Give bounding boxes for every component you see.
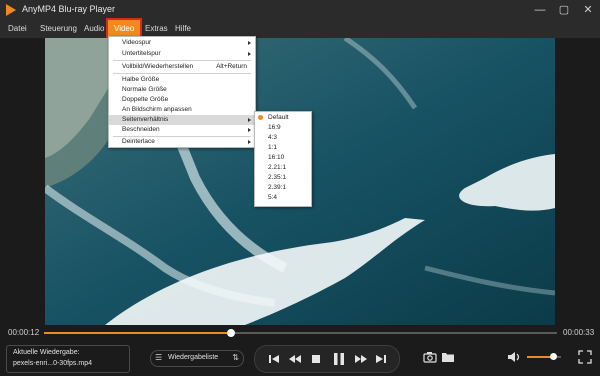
previous-track-icon[interactable] (267, 352, 281, 366)
menu-item-normale-groesse[interactable]: Normale Größe (109, 85, 255, 95)
submenu-arrow-icon (248, 140, 251, 144)
volume-icon[interactable] (507, 351, 521, 363)
current-time: 00:00:12 (8, 328, 40, 337)
folder-icon[interactable] (441, 351, 455, 363)
menu-datei[interactable]: Datei (8, 20, 27, 38)
total-time: 00:00:33 (563, 328, 595, 337)
aspect-option-4-3[interactable]: 4:3 (255, 133, 311, 143)
volume-slider[interactable] (527, 353, 561, 360)
menu-item-halbe-groesse[interactable]: Halbe Größe (109, 75, 255, 85)
submenu-arrow-icon (248, 52, 251, 56)
window-controls: — ▢ ✕ (532, 2, 596, 18)
playlist-button[interactable]: ☰ Wiedergabeliste ⇅ (150, 350, 244, 367)
volume-fill (527, 356, 553, 358)
menu-item-an-bildschirm-anpassen[interactable]: An Bildschirm anpassen (109, 105, 255, 115)
menu-separator (113, 60, 251, 61)
playlist-sort-icon[interactable]: ⇅ (232, 354, 239, 362)
close-button[interactable]: ✕ (580, 2, 596, 18)
aspect-option-16-10[interactable]: 16:10 (255, 153, 311, 163)
menu-item-vollbild[interactable]: Vollbild/Wiederherstellen Alt+Return (109, 62, 255, 72)
menu-item-videospur[interactable]: Videospur (109, 38, 255, 48)
transport-controls (254, 345, 400, 373)
pause-icon[interactable] (332, 352, 346, 366)
menu-item-seitenverhaeltnis[interactable]: Seitenverhältnis (109, 115, 255, 125)
next-track-icon[interactable] (374, 352, 388, 366)
fullscreen-icon[interactable] (578, 350, 592, 364)
submenu-arrow-icon (248, 118, 251, 122)
progress-row: 00:00:12 00:00:33 (0, 325, 600, 341)
control-bar: Aktuelle Wiedergabe: pexels-enri...0-30f… (0, 341, 600, 376)
selected-radio-icon (258, 115, 263, 120)
now-playing-label: Aktuelle Wiedergabe: (13, 349, 80, 356)
aspect-option-default[interactable]: Default (255, 113, 311, 123)
aspect-option-1-1[interactable]: 1:1 (255, 143, 311, 153)
progress-thumb[interactable] (226, 329, 235, 337)
window-title: AnyMP4 Blu-ray Player (22, 4, 116, 14)
progress-fill (44, 332, 231, 334)
aspect-ratio-submenu: Default 16:9 4:3 1:1 16:10 2.21:1 2.35:1… (254, 111, 312, 207)
now-playing-file: pexels-enri...0-30fps.mp4 (13, 360, 92, 367)
aspect-option-2-21-1[interactable]: 2.21:1 (255, 163, 311, 173)
aspect-option-2-39-1[interactable]: 2.39:1 (255, 183, 311, 193)
aspect-option-16-9[interactable]: 16:9 (255, 123, 311, 133)
maximize-button[interactable]: ▢ (556, 2, 572, 18)
volume-thumb[interactable] (549, 353, 557, 360)
menu-item-deinterlace[interactable]: Deinterlace (109, 137, 255, 147)
snapshot-camera-icon[interactable] (423, 351, 437, 363)
menu-separator (113, 73, 251, 74)
minimize-button[interactable]: — (532, 2, 548, 18)
menu-audio[interactable]: Audio (84, 20, 104, 38)
progress-slider[interactable] (44, 329, 557, 337)
menu-item-untertitelspur[interactable]: Untertitelspur (109, 49, 255, 59)
menu-item-beschneiden[interactable]: Beschneiden (109, 125, 255, 135)
menu-item-doppelte-groesse[interactable]: Doppelte Größe (109, 95, 255, 105)
playlist-label: Wiedergabeliste (168, 354, 219, 361)
submenu-arrow-icon (248, 41, 251, 45)
aspect-option-2-35-1[interactable]: 2.35:1 (255, 173, 311, 183)
fast-forward-icon[interactable] (354, 352, 368, 366)
menu-steuerung[interactable]: Steuerung (40, 20, 77, 38)
app-logo-icon (6, 4, 16, 16)
now-playing-box: Aktuelle Wiedergabe: pexels-enri...0-30f… (6, 345, 130, 373)
list-icon: ☰ (155, 353, 163, 362)
menu-bar: Datei Steuerung Audio Video Extras Hilfe (0, 18, 600, 40)
submenu-arrow-icon (248, 128, 251, 132)
aspect-option-5-4[interactable]: 5:4 (255, 193, 311, 203)
stop-icon[interactable] (309, 352, 323, 366)
video-menu: Videospur Untertitelspur Vollbild/Wieder… (108, 36, 256, 148)
rewind-icon[interactable] (288, 352, 302, 366)
title-bar: AnyMP4 Blu-ray Player — ▢ ✕ (0, 0, 600, 20)
